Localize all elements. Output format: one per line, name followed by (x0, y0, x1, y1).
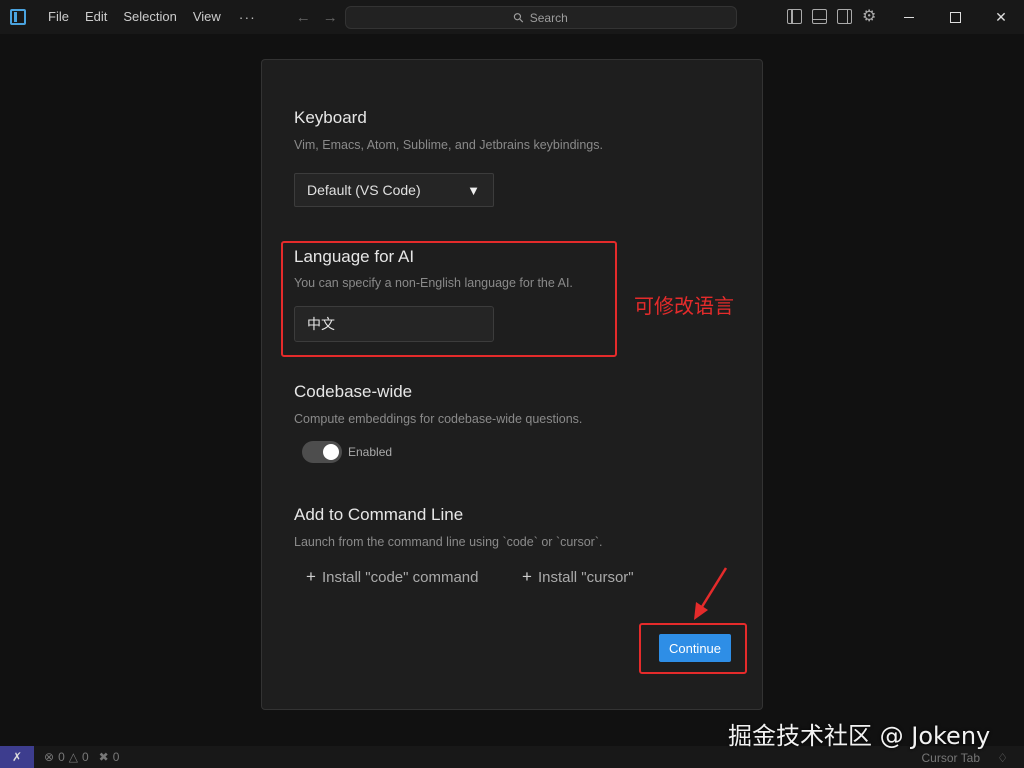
app-icon (10, 9, 26, 25)
maximize-icon[interactable] (932, 0, 978, 35)
codebase-description: Compute embeddings for codebase-wide que… (294, 412, 583, 426)
search-icon: ⚲ (509, 8, 528, 26)
ports-count: 0 (112, 750, 120, 764)
menu-selection[interactable]: Selection (115, 9, 184, 25)
keyboard-description: Vim, Emacs, Atom, Sublime, and Jetbrains… (294, 138, 603, 152)
plus-icon: + (306, 567, 316, 586)
navigation-arrows: ← → (296, 9, 338, 26)
search-placeholder: Search (529, 10, 568, 25)
toggle-knob (323, 444, 339, 460)
command-line-description: Launch from the command line using `code… (294, 535, 603, 549)
layout-controls: ⚙ (787, 9, 876, 25)
continue-highlight-box (639, 623, 747, 674)
install-code-command-button[interactable]: + Install "code" command (306, 567, 479, 587)
warning-icon: △ (68, 750, 78, 764)
toggle-panel-icon[interactable] (812, 9, 827, 24)
watermark: 掘金技术社区 @ Jokeny (728, 722, 991, 750)
keyboard-select[interactable]: Default (VS Code) ▼ (294, 173, 494, 207)
annotation-arrow-icon (694, 567, 728, 620)
menu-file[interactable]: File (40, 9, 77, 25)
cursor-tab-status[interactable]: Cursor Tab (922, 751, 980, 765)
menu-view[interactable]: View (185, 9, 229, 25)
install-cursor-label: Install "cursor" (537, 568, 634, 586)
toggle-sidebar-icon[interactable] (787, 9, 802, 24)
plus-icon: + (522, 567, 532, 586)
install-code-label: Install "code" command (321, 568, 479, 586)
minimize-icon[interactable] (886, 0, 932, 35)
command-line-title: Add to Command Line (294, 505, 464, 524)
codebase-title: Codebase-wide (294, 382, 413, 401)
bell-icon[interactable]: ♢ (997, 751, 1008, 765)
close-icon[interactable]: ✕ (978, 0, 1024, 35)
menu-bar: File Edit Selection View ··· (40, 9, 266, 25)
ports-indicator[interactable]: ✖ 0 (99, 750, 120, 764)
command-search-box[interactable]: ⚲ Search (345, 6, 737, 29)
arrow-left-icon[interactable]: ← (296, 9, 311, 26)
title-bar: File Edit Selection View ··· ← → ⚲ Searc… (0, 0, 1024, 35)
remote-icon[interactable]: ✗ (0, 746, 34, 768)
arrow-right-icon[interactable]: → (323, 9, 338, 26)
error-icon: ⊗ (44, 750, 55, 764)
codebase-toggle-label: Enabled (348, 445, 393, 459)
annotation-note: 可修改语言 (634, 294, 734, 318)
more-menu-button[interactable]: ··· (229, 9, 266, 25)
problems-indicator[interactable]: ⊗ 0 △ 0 (44, 750, 89, 764)
keyboard-select-value: Default (VS Code) (307, 182, 421, 198)
codebase-toggle[interactable] (302, 441, 342, 463)
menu-edit[interactable]: Edit (77, 9, 115, 25)
gear-icon[interactable]: ⚙ (862, 9, 876, 25)
error-count: 0 (58, 750, 65, 764)
chevron-down-icon: ▼ (467, 183, 480, 198)
warning-count: 0 (81, 750, 89, 764)
toggle-secondary-sidebar-icon[interactable] (837, 9, 852, 24)
install-cursor-command-button[interactable]: + Install "cursor" (522, 567, 634, 587)
language-highlight-box (281, 241, 617, 357)
keyboard-title: Keyboard (294, 108, 367, 127)
ports-icon: ✖ (98, 750, 109, 764)
window-controls: ✕ (886, 0, 1024, 35)
